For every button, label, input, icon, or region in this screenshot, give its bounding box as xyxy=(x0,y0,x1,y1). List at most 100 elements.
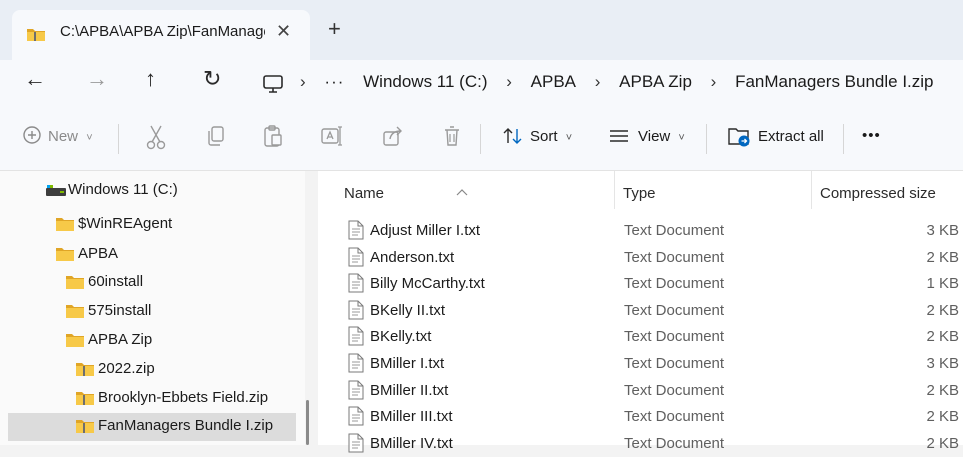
sort-button-label: Sort xyxy=(530,128,558,145)
chevron-down-icon: ˅ xyxy=(678,132,685,144)
monitor-icon[interactable] xyxy=(262,74,284,99)
breadcrumb-overflow[interactable]: ··· xyxy=(324,72,344,92)
text-document-icon xyxy=(348,247,364,271)
table-row[interactable]: BMiller III.txt Text Document 2 KB xyxy=(318,404,963,430)
file-type: Text Document xyxy=(624,275,725,293)
pane-splitter[interactable] xyxy=(306,400,309,445)
breadcrumb-item-drive[interactable]: Windows 11 (C:) xyxy=(363,72,487,92)
file-name: BMiller IV.txt xyxy=(370,434,453,452)
folder-icon xyxy=(56,217,74,235)
breadcrumb-item-current[interactable]: FanManagers Bundle I.zip xyxy=(735,72,933,92)
command-bar: New ˅ Sort ˅ View ˅ Extract all ••• xyxy=(0,108,963,171)
close-tab-icon[interactable]: ✕ xyxy=(276,21,291,42)
paste-icon[interactable] xyxy=(262,124,284,153)
file-type: Text Document xyxy=(624,222,725,239)
file-type: Text Document xyxy=(624,328,725,346)
file-name: BKelly.txt xyxy=(370,328,432,346)
tree-item-label: FanManagers Bundle I.zip xyxy=(98,417,274,434)
up-arrow-icon[interactable]: ↑ xyxy=(145,68,156,90)
table-row[interactable]: BMiller IV.txt Text Document 2 KB xyxy=(318,431,963,457)
folder-icon xyxy=(66,275,84,293)
breadcrumb-separator: › xyxy=(506,72,512,91)
rename-icon[interactable] xyxy=(320,124,344,153)
tab-current[interactable]: C:\APBA\APBA Zip\FanManagers Bundle I.zi… xyxy=(12,10,310,60)
forward-arrow-icon[interactable]: → xyxy=(86,68,108,90)
file-type: Text Document xyxy=(624,301,725,319)
breadcrumb-separator: › xyxy=(594,72,601,91)
file-type: Text Document xyxy=(624,381,725,399)
breadcrumb-separator: › xyxy=(300,72,306,91)
column-header-compressed-size-label: Compressed size xyxy=(820,185,936,202)
zip-folder-icon xyxy=(76,362,94,380)
extract-all-button[interactable]: Extract all xyxy=(758,128,824,145)
tree-item-label: 2022.zip xyxy=(98,360,155,377)
file-list: Name Type Compressed size Adjust Miller … xyxy=(318,171,963,453)
sort-icon xyxy=(502,126,524,151)
file-type: Text Document xyxy=(624,408,725,426)
file-name: BMiller II.txt xyxy=(370,381,449,399)
file-name: Adjust Miller I.txt xyxy=(370,222,481,239)
table-row[interactable]: BKelly II.txt Text Document 2 KB xyxy=(318,298,963,324)
tree-item-fanmanagers-zip[interactable]: FanManagers Bundle I.zip xyxy=(8,413,296,441)
table-row[interactable]: Billy McCarthy.txt Text Document 1 KB xyxy=(318,271,963,297)
text-document-icon xyxy=(348,353,364,377)
zip-folder-icon xyxy=(76,391,94,409)
tree-item-label: 60install xyxy=(88,273,144,290)
column-header-type[interactable]: Type xyxy=(615,171,811,211)
divider xyxy=(843,124,844,154)
divider xyxy=(706,124,707,154)
breadcrumb-item-apba[interactable]: APBA xyxy=(531,72,576,92)
file-size: 2 KB xyxy=(926,434,959,452)
text-document-icon xyxy=(348,380,364,404)
tree-item-label: 575install xyxy=(88,302,152,319)
table-row[interactable]: BMiller I.txt Text Document 3 KB xyxy=(318,351,963,377)
view-button[interactable]: View ˅ xyxy=(638,128,685,145)
text-document-icon xyxy=(348,406,364,430)
column-header-compressed-size[interactable]: Compressed size xyxy=(812,171,963,211)
table-row[interactable]: BMiller II.txt Text Document 2 KB xyxy=(318,378,963,404)
more-options-button[interactable]: ••• xyxy=(862,127,881,144)
add-tab-icon[interactable]: + xyxy=(328,18,341,40)
tab-title: C:\APBA\APBA Zip\FanManagers Bundle I.zi… xyxy=(60,23,265,40)
folder-icon xyxy=(66,304,84,322)
copy-icon[interactable] xyxy=(205,124,227,153)
file-type: Text Document xyxy=(624,434,725,452)
tree-item-label: $WinREAgent xyxy=(78,215,173,232)
delete-icon[interactable] xyxy=(442,124,462,153)
cut-icon[interactable] xyxy=(145,124,167,155)
folder-icon xyxy=(56,247,74,265)
file-size: 2 KB xyxy=(926,408,959,426)
column-header-type-label: Type xyxy=(623,185,656,202)
tree-item-label: APBA Zip xyxy=(88,331,153,348)
divider xyxy=(118,124,119,154)
new-button[interactable]: New ˅ xyxy=(48,128,93,145)
table-row[interactable]: BKelly.txt Text Document 2 KB xyxy=(318,324,963,350)
refresh-icon[interactable]: ↻ xyxy=(203,68,221,90)
table-row[interactable]: Anderson.txt Text Document 2 KB xyxy=(318,245,963,271)
sort-button[interactable]: Sort ˅ xyxy=(530,128,572,145)
file-name: Anderson.txt xyxy=(370,248,455,266)
back-arrow-icon[interactable]: ← xyxy=(24,68,46,90)
share-icon[interactable] xyxy=(382,124,404,153)
file-size: 2 KB xyxy=(926,381,959,399)
file-type: Text Document xyxy=(624,248,725,266)
file-type: Text Document xyxy=(624,355,725,372)
new-button-label: New xyxy=(48,128,79,145)
divider xyxy=(480,124,481,154)
column-header-name-label: Name xyxy=(344,185,385,202)
tree-item-label: APBA xyxy=(78,245,119,262)
chevron-down-icon: ˅ xyxy=(86,132,93,144)
file-name: Billy McCarthy.txt xyxy=(370,275,485,293)
tree-item-label: Windows 11 (C:) xyxy=(68,181,178,198)
plus-circle-icon xyxy=(22,125,42,150)
file-size: 2 KB xyxy=(926,248,959,266)
file-name: BKelly II.txt xyxy=(370,301,446,319)
table-row[interactable]: Adjust Miller I.txt Text Document 3 KB xyxy=(318,218,963,244)
text-document-icon xyxy=(348,326,364,350)
zip-folder-icon xyxy=(76,419,94,437)
text-document-icon xyxy=(348,300,364,324)
tab-strip: C:\APBA\APBA Zip\FanManagers Bundle I.zi… xyxy=(0,0,963,60)
file-size: 1 KB xyxy=(926,275,959,293)
breadcrumb-item-apba-zip[interactable]: APBA Zip xyxy=(619,72,692,92)
column-header-name[interactable]: Name xyxy=(318,171,614,211)
